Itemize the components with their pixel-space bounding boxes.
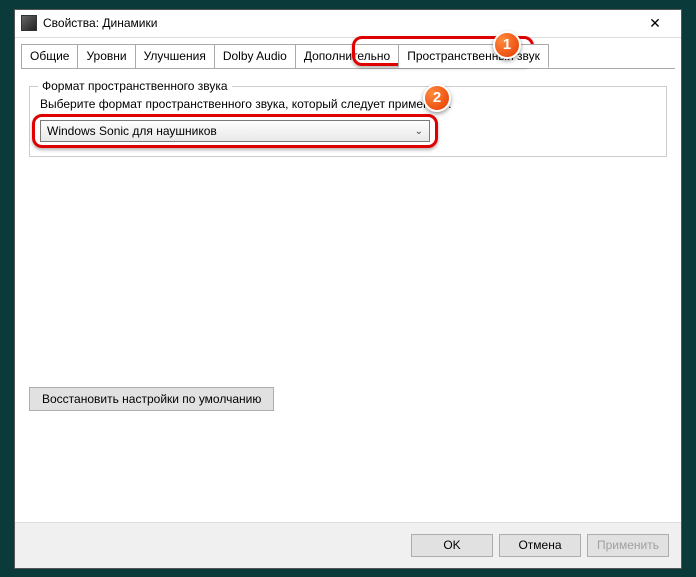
tab-content: Формат пространственного звука Выберите … [15,68,681,522]
select-value: Windows Sonic для наушников [47,124,415,138]
speaker-icon [21,15,37,31]
tab-dolby[interactable]: Dolby Audio [214,44,296,68]
ok-button[interactable]: OK [411,534,493,557]
tab-label: Улучшения [144,49,206,63]
tab-enhancements[interactable]: Улучшения [135,44,215,68]
tabs-bar: Общие Уровни Улучшения Dolby Audio Допол… [15,38,681,68]
button-label: OK [443,538,460,552]
tab-label: Dolby Audio [223,49,287,63]
apply-button: Применить [587,534,669,557]
properties-window: Свойства: Динамики ✕ Общие Уровни Улучше… [14,9,682,569]
button-label: Восстановить настройки по умолчанию [42,392,261,406]
select-wrapper: Windows Sonic для наушников ⌄ [40,120,430,142]
tab-levels[interactable]: Уровни [77,44,135,68]
dialog-footer: OK Отмена Применить [15,522,681,568]
tab-label: Пространственный звук [407,49,540,63]
cancel-button[interactable]: Отмена [499,534,581,557]
tab-advanced[interactable]: Дополнительно [295,44,399,68]
tab-general[interactable]: Общие [21,44,78,68]
titlebar: Свойства: Динамики ✕ [15,10,681,38]
tab-label: Общие [30,49,69,63]
fieldset-legend: Формат пространственного звука [38,79,232,93]
close-icon: ✕ [649,15,661,32]
tab-spatial-sound[interactable]: Пространственный звук [398,44,549,68]
close-button[interactable]: ✕ [635,10,675,36]
button-label: Отмена [518,538,561,552]
fieldset-description: Выберите формат пространственного звука,… [40,97,656,113]
button-label: Применить [597,538,659,552]
chevron-down-icon: ⌄ [415,126,423,137]
tab-label: Дополнительно [304,49,390,63]
spatial-format-fieldset: Формат пространственного звука Выберите … [29,86,667,158]
window-title: Свойства: Динамики [43,16,635,30]
restore-defaults-button[interactable]: Восстановить настройки по умолчанию [29,387,274,411]
tab-label: Уровни [86,49,126,63]
spatial-format-select[interactable]: Windows Sonic для наушников ⌄ [40,120,430,142]
